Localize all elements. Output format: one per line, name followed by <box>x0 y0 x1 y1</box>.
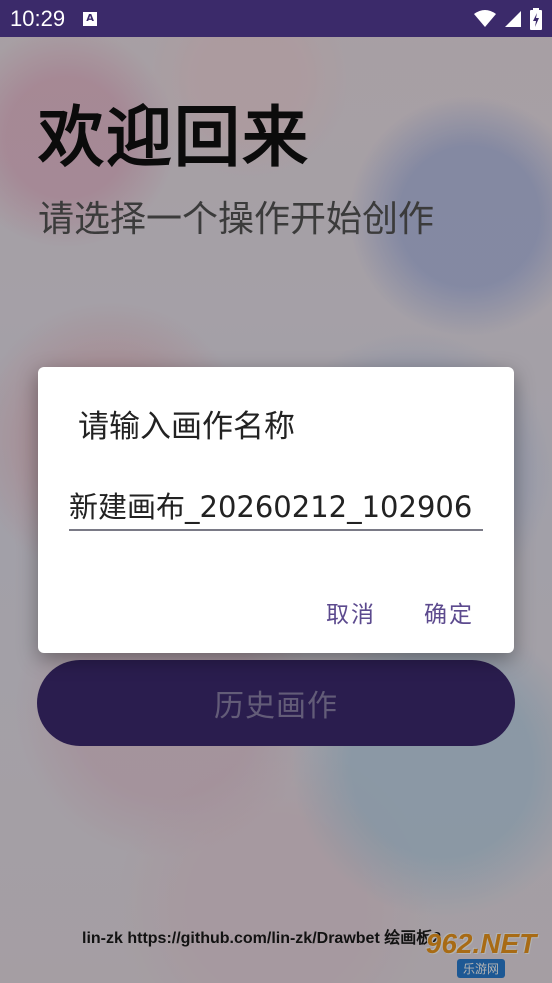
wifi-icon <box>474 9 496 27</box>
status-icons <box>474 0 542 37</box>
a-letter-icon: A <box>83 11 98 26</box>
status-time: 10:29 <box>10 5 66 31</box>
cellular-icon <box>505 10 521 27</box>
name-input-dialog: 请输入画作名称 取消 确定 <box>38 367 514 653</box>
dialog-title: 请输入画作名称 <box>78 409 295 445</box>
confirm-button[interactable]: 确定 <box>424 595 474 629</box>
status-bar: 10:29 A <box>0 0 552 37</box>
battery-charging-icon <box>530 7 542 30</box>
dialog-actions: 取消 确定 <box>326 595 474 629</box>
drawing-name-input[interactable] <box>69 483 483 531</box>
cancel-button[interactable]: 取消 <box>326 595 376 629</box>
